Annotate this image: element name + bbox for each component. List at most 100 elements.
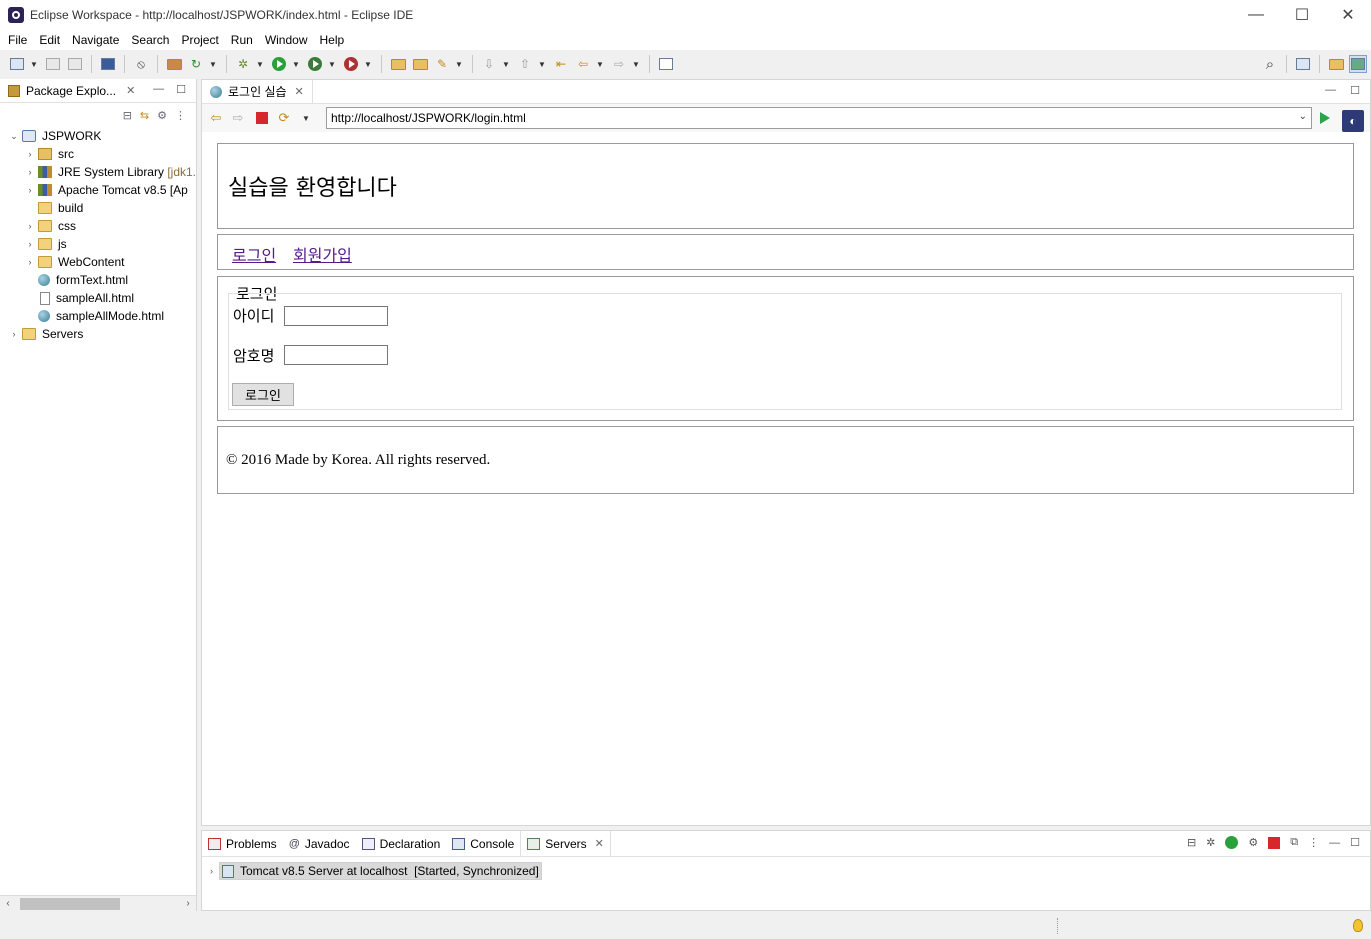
tree-item[interactable]: › css <box>0 217 196 235</box>
external-tools-icon[interactable] <box>342 55 360 73</box>
tree-item[interactable]: ⌄ JSPWORK <box>0 127 196 145</box>
url-dropdown-icon[interactable]: ⌄ <box>1299 111 1307 122</box>
coverage-dropdown-icon[interactable]: ▼ <box>328 55 336 73</box>
tab-declaration[interactable]: Declaration <box>356 831 447 857</box>
close-icon[interactable]: ✕ <box>126 84 135 97</box>
debug-server-icon[interactable]: ✲ <box>1206 836 1215 849</box>
browser-back-icon[interactable]: ⇦ <box>206 108 226 128</box>
minimize-button[interactable]: — <box>1233 0 1279 30</box>
browser-stop-icon[interactable] <box>256 112 268 124</box>
close-icon[interactable]: ✕ <box>595 837 604 850</box>
next-annotation-icon[interactable]: ⇩ <box>480 55 498 73</box>
browser-refresh-dropdown-icon[interactable]: ▼ <box>296 108 316 128</box>
tab-console[interactable]: Console <box>446 831 520 857</box>
focus-icon[interactable]: ⚙ <box>157 109 167 122</box>
tab-problems[interactable]: Problems <box>202 831 283 857</box>
debug-dropdown-icon[interactable]: ▼ <box>256 55 264 73</box>
menu-window[interactable]: Window <box>259 33 314 47</box>
task-dropdown-icon[interactable]: ▼ <box>455 55 463 73</box>
editor-tab-login[interactable]: 로그인 실습 ✕ <box>202 79 313 104</box>
scroll-left-icon[interactable]: ‹ <box>0 898 16 909</box>
eclipse-marketplace-icon[interactable]: ◐ <box>1342 110 1364 132</box>
tree-item[interactable]: sampleAllMode.html <box>0 307 196 325</box>
tree-item[interactable]: sampleAll.html <box>0 289 196 307</box>
expand-icon[interactable]: › <box>24 167 36 177</box>
maximize-view-icon[interactable]: ☐ <box>1350 836 1360 849</box>
new-dropdown-icon[interactable]: ▼ <box>30 55 38 73</box>
login-link[interactable]: 로그인 <box>232 242 276 266</box>
java-perspective-icon[interactable] <box>1327 55 1345 73</box>
tree-item[interactable]: formText.html <box>0 271 196 289</box>
view-menu-icon[interactable]: ⋮ <box>175 109 186 122</box>
stop-server-icon[interactable] <box>1268 836 1281 849</box>
collapse-all-icon[interactable]: ⊟ <box>123 109 132 122</box>
save-all-icon[interactable] <box>66 55 84 73</box>
signup-link[interactable]: 회원가입 <box>293 242 352 266</box>
horizontal-scrollbar[interactable]: ‹ › <box>0 895 196 911</box>
menu-project[interactable]: Project <box>175 33 224 47</box>
tree-item[interactable]: › src <box>0 145 196 163</box>
coverage-icon[interactable] <box>306 55 324 73</box>
password-input[interactable] <box>284 345 388 365</box>
expand-icon[interactable]: › <box>24 221 36 231</box>
run-dropdown-icon[interactable]: ▼ <box>292 55 300 73</box>
java-ee-perspective-icon[interactable] <box>1349 55 1367 73</box>
terminal-icon[interactable] <box>99 55 117 73</box>
scrollbar-thumb[interactable] <box>20 897 120 910</box>
back-dropdown-icon[interactable]: ▼ <box>596 55 604 73</box>
tree-item[interactable]: › Servers <box>0 325 196 343</box>
tree-item[interactable]: › Apache Tomcat v8.5 [Ap <box>0 181 196 199</box>
previous-annotation-icon[interactable]: ⇧ <box>516 55 534 73</box>
next-annotation-dropdown-icon[interactable]: ▼ <box>502 55 510 73</box>
back-icon[interactable]: ⇦ <box>574 55 592 73</box>
open-resource-icon[interactable] <box>411 55 429 73</box>
close-icon[interactable]: ✕ <box>295 85 304 98</box>
skip-breakpoints-icon[interactable]: ⦸ <box>132 55 150 73</box>
expand-icon[interactable]: › <box>24 239 36 249</box>
minimize-view-icon[interactable]: — <box>153 83 164 96</box>
menu-run[interactable]: Run <box>225 33 259 47</box>
maximize-view-icon[interactable]: ☐ <box>1350 84 1360 97</box>
close-window-button[interactable]: ✕ <box>1325 0 1371 30</box>
expand-icon[interactable]: ⌄ <box>8 131 20 142</box>
refresh-dropdown-icon[interactable]: ▼ <box>209 55 217 73</box>
view-menu-icon[interactable]: ⋮ <box>1308 836 1319 849</box>
forward-dropdown-icon[interactable]: ▼ <box>632 55 640 73</box>
previous-annotation-dropdown-icon[interactable]: ▼ <box>538 55 546 73</box>
menu-help[interactable]: Help <box>314 33 351 47</box>
tab-servers[interactable]: Servers ✕ <box>520 830 611 857</box>
browser-refresh-icon[interactable]: ⟳ <box>274 108 294 128</box>
tree-item[interactable]: › js <box>0 235 196 253</box>
expand-icon[interactable]: › <box>24 185 36 195</box>
external-tools-dropdown-icon[interactable]: ▼ <box>364 55 372 73</box>
search-icon[interactable]: ⌕ <box>1261 55 1279 73</box>
open-perspective-icon[interactable] <box>1294 55 1312 73</box>
id-input[interactable] <box>284 306 388 326</box>
forward-icon[interactable]: ⇨ <box>610 55 628 73</box>
tip-bulb-icon[interactable] <box>1353 919 1363 932</box>
start-server-icon[interactable] <box>1225 836 1239 849</box>
publish-icon[interactable]: ⧉ <box>1290 836 1298 849</box>
open-task-icon[interactable]: ✎ <box>433 55 451 73</box>
menu-edit[interactable]: Edit <box>33 33 66 47</box>
new-icon[interactable] <box>8 55 26 73</box>
pin-editor-icon[interactable] <box>657 55 675 73</box>
last-edit-location-icon[interactable]: ⇤ <box>552 55 570 73</box>
debug-icon[interactable]: ✲ <box>234 55 252 73</box>
open-type-icon[interactable] <box>389 55 407 73</box>
expand-icon[interactable]: › <box>8 329 20 339</box>
menu-search[interactable]: Search <box>125 33 175 47</box>
menu-file[interactable]: File <box>2 33 33 47</box>
minimize-view-icon[interactable]: — <box>1325 84 1336 97</box>
tab-javadoc[interactable]: @ Javadoc <box>283 831 356 857</box>
tree-item[interactable]: › WebContent <box>0 253 196 271</box>
browser-forward-icon[interactable]: ⇨ <box>228 108 248 128</box>
server-entry-row[interactable]: › Tomcat v8.5 Server at localhost [Start… <box>210 862 542 880</box>
java-ee-icon[interactable] <box>165 55 183 73</box>
run-icon[interactable] <box>270 55 288 73</box>
maximize-button[interactable]: ☐ <box>1279 0 1325 30</box>
expand-icon[interactable]: › <box>24 257 36 267</box>
scroll-right-icon[interactable]: › <box>180 898 196 909</box>
menu-navigate[interactable]: Navigate <box>66 33 125 47</box>
go-icon[interactable] <box>1320 112 1330 124</box>
